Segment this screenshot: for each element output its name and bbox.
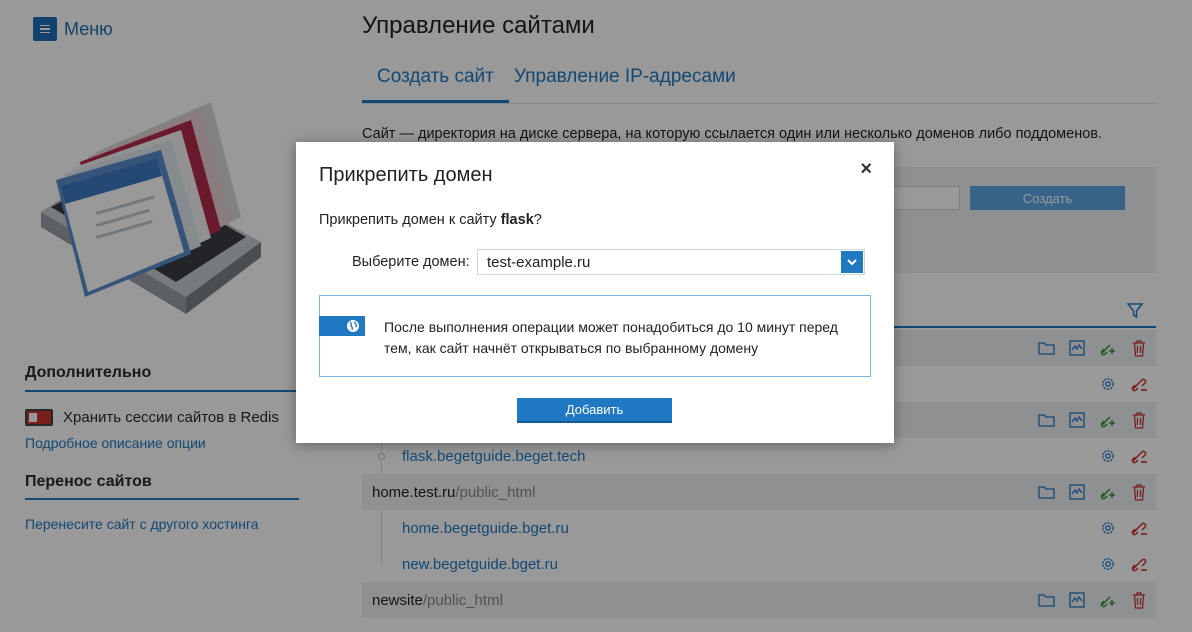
add-button[interactable]: Добавить	[517, 398, 672, 423]
domain-select-label: Выберите домен:	[352, 254, 470, 270]
dialog-title: Прикрепить домен	[319, 164, 493, 186]
close-icon[interactable]: ×	[860, 158, 872, 181]
attach-domain-dialog: Прикрепить домен × Прикрепить домен к са…	[296, 142, 894, 443]
domain-select[interactable]: test-example.ru	[477, 249, 865, 275]
globe-icon	[347, 320, 359, 332]
site-name: flask	[500, 212, 534, 228]
chevron-down-icon[interactable]	[841, 251, 863, 273]
domain-select-value: test-example.ru	[487, 254, 591, 271]
info-text: После выполнения операции может понадоби…	[384, 319, 838, 356]
dialog-question: Прикрепить домен к сайту flask?	[319, 212, 542, 228]
info-flag	[319, 316, 365, 336]
info-box: После выполнения операции может понадоби…	[319, 295, 871, 377]
